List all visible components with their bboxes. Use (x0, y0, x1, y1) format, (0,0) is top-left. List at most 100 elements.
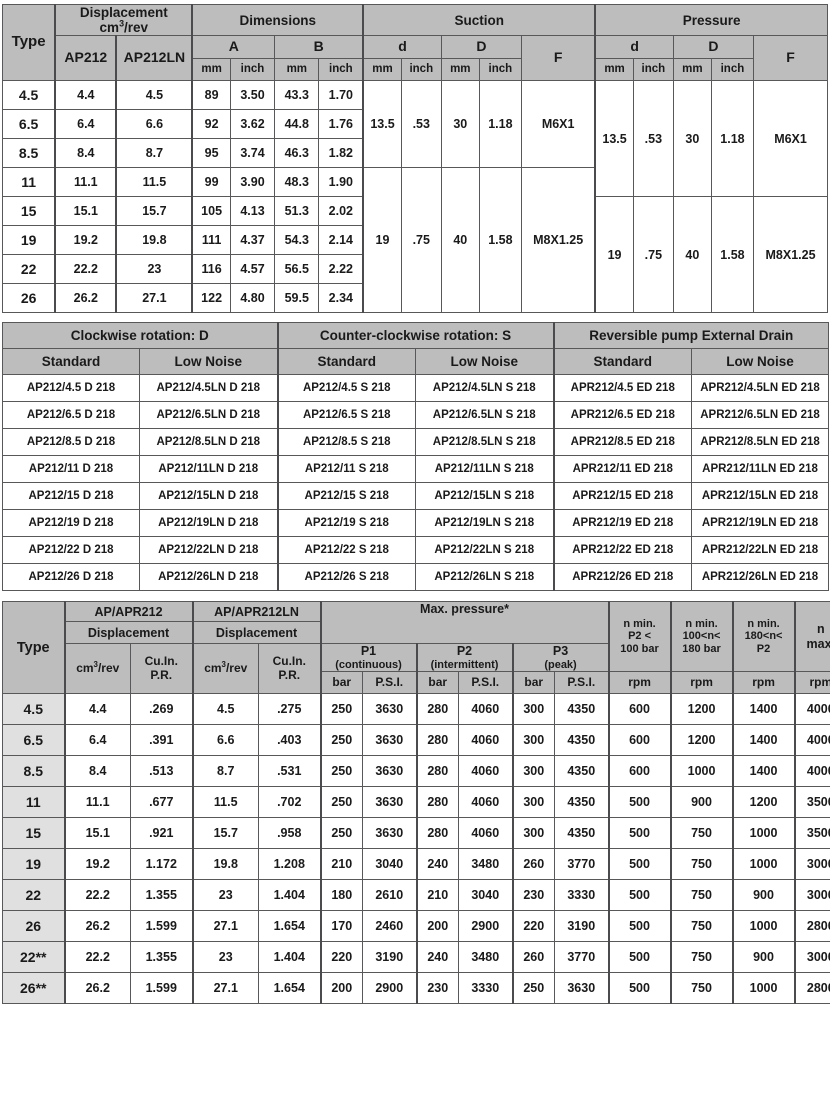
cell-apln-cm3: 4.5 (191, 693, 259, 726)
th-p1-label: P1 (360, 644, 377, 659)
cell-ap-cm3: 15.1 (64, 817, 131, 850)
table-header-row: Standard Low Noise Standard Low Noise St… (2, 348, 830, 376)
cell-ap-cm3: 4.4 (64, 693, 131, 726)
cell-suction-D-inch: 1.18 (478, 80, 522, 169)
cell-code: APR212/22 ED 218 (552, 536, 692, 565)
cell-p3-bar: 300 (511, 817, 555, 850)
cell-apln-cm3: 23 (191, 879, 259, 912)
cell-type: 26** (2, 972, 66, 1005)
cell-code: APR212/11 ED 218 (552, 455, 692, 484)
cell-code: AP212/22LN S 218 (415, 536, 554, 565)
cell-p3-bar: 250 (511, 972, 555, 1005)
cell-a-inch: 4.80 (229, 283, 276, 314)
cell-ap-cm3: 26.2 (64, 972, 131, 1005)
cell-ap-cuin: .921 (130, 817, 193, 850)
cell-p3-psi: 3630 (553, 972, 610, 1005)
cell-ap-cm3: 11.1 (64, 786, 131, 819)
cell-a-mm: 89 (191, 80, 231, 111)
cell-p3-psi: 4350 (553, 724, 610, 757)
cell-code: AP212/15LN D 218 (139, 482, 278, 511)
cell-ap-cuin: 1.599 (130, 972, 193, 1005)
th-unit-mm: mm (362, 58, 402, 82)
ordering-codes-table: Clockwise rotation: D Counter-clockwise … (2, 322, 830, 592)
cell-suction-d-mm: 19 (362, 167, 402, 314)
cell-code: AP212/11 D 218 (2, 455, 140, 484)
th-cuin-line2: P.R. (150, 667, 173, 682)
cell-ap212: 11.1 (54, 167, 118, 198)
cell-a-inch: 3.62 (229, 109, 276, 140)
cell-nmax: 2800 (793, 910, 830, 943)
cell-code: AP212/11LN D 218 (139, 455, 278, 484)
table-header-row: AP212 AP212LN A B d D F d D F (3, 35, 828, 82)
cell-code: AP212/11LN S 218 (415, 455, 554, 484)
cell-p1-psi: 3630 (362, 693, 417, 726)
th-pressure-d-large: D (672, 35, 755, 60)
th-unit-mm: mm (440, 58, 480, 82)
cell-nmin-3: 1000 (731, 817, 796, 850)
cell-suction-D-mm: 40 (440, 167, 480, 314)
th-p2: P2 (intermittent) (415, 643, 513, 673)
th-nmin-line1: n min. (623, 617, 656, 630)
th-p2-label: P2 (456, 644, 473, 659)
cell-nmin-2: 750 (669, 941, 734, 974)
cell-p1-bar: 180 (319, 879, 363, 912)
th-pressure-d-small: d (594, 35, 674, 60)
cell-ap-cuin: 1.355 (130, 941, 193, 974)
cell-p1-bar: 250 (319, 724, 363, 757)
th-unit-inch: inch (400, 58, 442, 82)
th-unit-bar: bar (415, 671, 459, 695)
th-type: Type (2, 3, 57, 82)
th-apln-cm3rev: cm3/rev (191, 643, 259, 695)
cell-nmin-3: 1000 (731, 972, 796, 1005)
cell-a-inch: 3.74 (229, 138, 276, 169)
cell-p2-psi: 4060 (458, 755, 513, 788)
cell-p2-psi: 2900 (458, 910, 513, 943)
cell-nmin-2: 1000 (669, 755, 734, 788)
cell-ap-cm3: 22.2 (64, 941, 131, 974)
cell-pressure-D-inch: 1.58 (710, 196, 755, 314)
cell-apln-cuin: 1.208 (258, 848, 321, 881)
cell-p1-bar: 250 (319, 817, 363, 850)
cell-apln-cm3: 19.8 (191, 848, 259, 881)
cell-p1-bar: 220 (319, 941, 363, 974)
cell-ap-cuin: .391 (130, 724, 193, 757)
cell-nmin-3: 1400 (731, 724, 796, 757)
cell-apln-cm3: 8.7 (191, 755, 259, 788)
cell-type: 6.5 (2, 724, 66, 757)
cell-a-mm: 95 (191, 138, 231, 169)
cell-code: AP212/15 S 218 (276, 482, 416, 511)
cell-apln-cuin: .531 (258, 755, 321, 788)
cell-b-inch: 1.70 (318, 80, 365, 111)
cell-pressure-d-mm: 19 (594, 196, 634, 314)
table-row: 26** 26.2 1.599 27.1 1.654 200 2900 230 … (2, 972, 830, 1005)
cell-p2-bar: 280 (415, 755, 459, 788)
th-pressure: Pressure (594, 3, 829, 37)
th-unit-rpm: rpm (607, 671, 672, 695)
th-p2-note: (intermittent) (430, 658, 499, 671)
cell-p2-psi: 3480 (458, 941, 513, 974)
cell-a-mm: 116 (191, 254, 231, 285)
cell-type: 11 (2, 786, 66, 819)
th-nmax-line2: max. (806, 636, 830, 651)
th-unit-rpm: rpm (669, 671, 734, 695)
th-suction-d-large: D (440, 35, 522, 60)
cell-p3-bar: 260 (511, 941, 555, 974)
cell-p2-bar: 210 (415, 879, 459, 912)
th-dimensions: Dimensions (191, 3, 365, 37)
cell-ap212: 19.2 (54, 225, 118, 256)
cell-apln-cm3: 27.1 (191, 972, 259, 1005)
cell-code: AP212/22LN D 218 (139, 536, 278, 565)
cell-nmin-3: 1400 (731, 693, 796, 726)
cell-code: AP212/6.5 S 218 (276, 401, 416, 430)
cell-a-inch: 4.13 (229, 196, 276, 227)
cell-p1-bar: 250 (319, 693, 363, 726)
table-row: 22 22.2 1.355 23 1.404 180 2610 210 3040… (2, 879, 830, 912)
th-counterclockwise-lownoise: Low Noise (415, 348, 554, 376)
cell-ap-cuin: 1.172 (130, 848, 193, 881)
th-nmax: n max. (793, 601, 830, 673)
cell-code: AP212/26LN D 218 (139, 563, 278, 592)
cell-nmax: 3500 (793, 817, 830, 850)
th-nmin-line2: P2 < (628, 630, 651, 643)
cell-p1-psi: 3630 (362, 786, 417, 819)
cell-p2-bar: 240 (415, 848, 459, 881)
